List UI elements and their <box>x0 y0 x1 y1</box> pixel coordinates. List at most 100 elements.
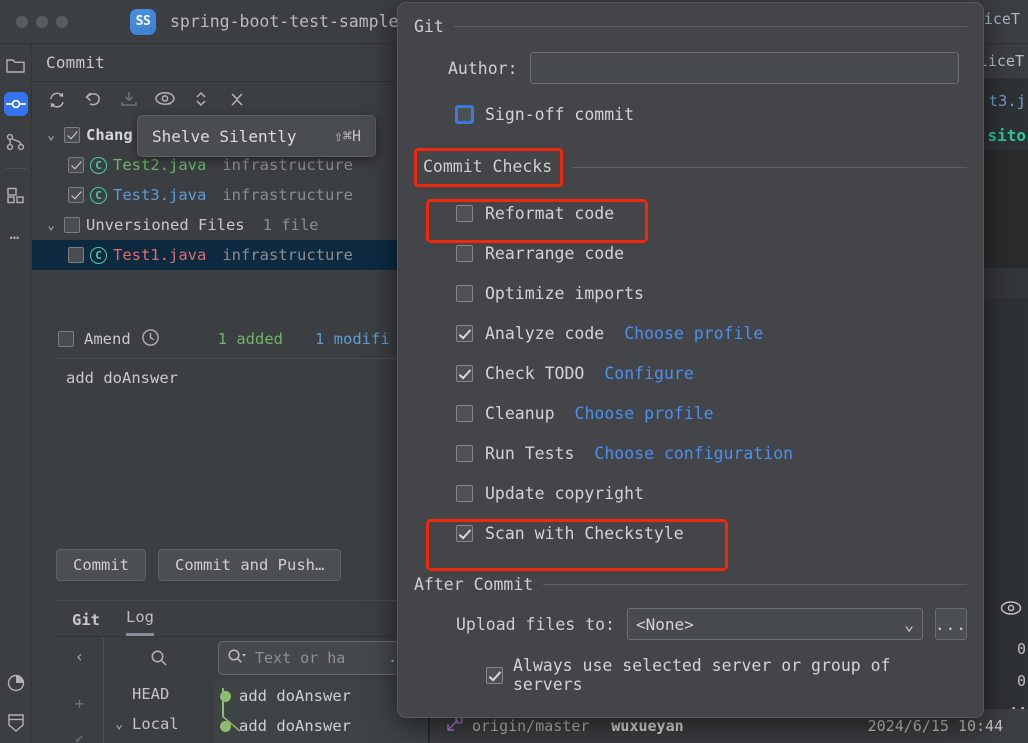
preview-icon[interactable] <box>1000 600 1022 619</box>
always-use-server-checkbox[interactable] <box>486 666 503 684</box>
commit-button[interactable]: Commit <box>56 549 146 581</box>
amend-checkbox[interactable] <box>58 331 74 347</box>
search-icon[interactable] <box>104 637 214 679</box>
always-use-server-row[interactable]: Always use selected server or group of s… <box>486 656 967 694</box>
commit-checks-section-title: Commit Checks <box>414 148 564 187</box>
list-item[interactable]: ⌄ Local <box>104 709 214 739</box>
rearrange-code-checkbox[interactable] <box>456 244 473 262</box>
check-todo-row[interactable]: Check TODO Configure <box>414 353 967 393</box>
maximize-button[interactable] <box>56 15 68 28</box>
add-icon[interactable]: + <box>69 694 91 713</box>
author-field[interactable] <box>529 52 959 84</box>
sidebar-item-commit[interactable] <box>3 92 28 116</box>
changelist-label: Chang <box>86 126 133 144</box>
close-button[interactable] <box>16 15 28 28</box>
scan-with-checkstyle-checkbox[interactable] <box>456 524 473 542</box>
chevron-down-icon[interactable]: ⌄ <box>112 717 126 732</box>
chevron-down-icon[interactable]: ⌄ <box>44 128 58 143</box>
sidebar-item-database[interactable] <box>4 711 28 735</box>
commit-node-icon <box>220 720 231 732</box>
log-toolbar: ‹ + ↙ <box>56 637 104 743</box>
shelve-silently-icon[interactable] <box>118 88 140 110</box>
sidebar-item-structure[interactable] <box>4 183 28 207</box>
commit-list: add doAnswer add doAnswer add doAnswer a… <box>214 681 428 743</box>
stat-modified: 1 modifi <box>315 330 390 348</box>
java-class-icon: C <box>90 246 107 264</box>
sidebar-item-more[interactable]: … <box>4 221 28 245</box>
check-todo-label: Check TODO <box>485 363 585 383</box>
cleanup-row[interactable]: Cleanup Choose profile <box>414 393 967 433</box>
git-section-title: Git <box>414 17 444 36</box>
sign-off-commit-row[interactable]: Sign-off commit <box>414 94 967 134</box>
file-checkbox[interactable] <box>68 157 84 173</box>
commit-message-input[interactable]: add doAnswer <box>56 358 428 533</box>
analyze-code-checkbox[interactable] <box>456 324 473 342</box>
project-name-label: spring-boot-test-sample <box>170 12 399 31</box>
rollback-icon[interactable] <box>82 88 104 110</box>
minimize-button[interactable] <box>36 15 48 28</box>
check-todo-configure-link[interactable]: Configure <box>604 364 693 383</box>
cleanup-checkbox[interactable] <box>456 404 473 422</box>
sidebar-item-pull-requests[interactable] <box>4 130 28 154</box>
optimize-imports-checkbox[interactable] <box>456 284 473 302</box>
tooltip-shortcut: ⇧⌘H <box>333 127 361 145</box>
project-selector[interactable]: spring-boot-test-sample ⌄ <box>170 12 409 31</box>
analyze-code-choose-profile-link[interactable]: Choose profile <box>624 324 763 343</box>
expand-collapse-icon[interactable] <box>190 88 212 110</box>
collapse-left-icon[interactable]: ‹ <box>69 647 91 666</box>
history-icon[interactable] <box>141 328 160 351</box>
list-item[interactable]: m <box>104 739 214 743</box>
background-code-fragment-1: t3.j <box>988 92 1026 110</box>
run-tests-row[interactable]: Run Tests Choose configuration <box>414 433 967 473</box>
cleanup-choose-profile-link[interactable]: Choose profile <box>575 404 714 423</box>
table-row[interactable]: C Test3.java infrastructure <box>32 180 428 210</box>
changelist-checkbox[interactable] <box>64 127 80 143</box>
sidebar-item-profiler[interactable] <box>4 671 28 695</box>
checkout-icon[interactable]: ↙ <box>69 727 91 743</box>
java-class-icon: C <box>90 186 107 204</box>
branch-icon <box>446 716 464 736</box>
optimize-imports-row[interactable]: Optimize imports <box>414 273 967 313</box>
tab-git[interactable]: Git <box>72 611 100 636</box>
check-todo-checkbox[interactable] <box>456 364 473 382</box>
list-item[interactable]: HEAD <box>104 679 214 709</box>
background-number-2: 0 <box>1016 672 1026 690</box>
rearrange-code-row[interactable]: Rearrange code <box>414 233 967 273</box>
analyze-code-row[interactable]: Analyze code Choose profile <box>414 313 967 353</box>
run-tests-choose-configuration-link[interactable]: Choose configuration <box>594 444 793 463</box>
table-row[interactable]: ⌄ Unversioned Files 1 file <box>32 210 428 240</box>
reformat-code-row[interactable]: Reformat code <box>414 193 967 233</box>
amend-row: Amend 1 added 1 modifi <box>32 320 428 358</box>
activity-separator <box>5 168 26 169</box>
status-branch-name: origin/master <box>472 717 590 735</box>
unversioned-checkbox[interactable] <box>64 217 80 233</box>
log-commit-graph: Text or ha .* Cc add doAnswer add doAnsw… <box>214 637 440 743</box>
update-copyright-row[interactable]: Update copyright <box>414 473 967 513</box>
upload-server-select[interactable]: <None> ⌄ <box>626 608 923 640</box>
refresh-changes-icon[interactable] <box>46 88 68 110</box>
tab-log[interactable]: Log <box>126 608 154 636</box>
commit-toolbar <box>32 82 428 116</box>
sign-off-commit-checkbox[interactable] <box>456 105 473 123</box>
status-timestamp: 2024/6/15 10:44 <box>867 717 1004 735</box>
file-checkbox[interactable] <box>68 187 84 203</box>
preview-diff-icon[interactable] <box>154 88 176 110</box>
shelve-silently-tooltip: Shelve Silently ⇧⌘H <box>137 115 376 157</box>
chevron-down-icon[interactable]: ⌄ <box>44 218 58 233</box>
sidebar-item-project[interactable] <box>4 54 28 78</box>
reformat-code-label: Reformat code <box>485 203 615 223</box>
file-checkbox[interactable] <box>68 247 84 263</box>
browse-servers-button[interactable]: ... <box>935 608 967 640</box>
commit-window-header: Commit ⋮ <box>32 44 428 82</box>
table-row[interactable]: C Test1.java infrastructure <box>32 240 428 270</box>
reformat-code-checkbox[interactable] <box>456 204 473 222</box>
collapse-all-icon[interactable] <box>226 88 248 110</box>
commit-and-push-button[interactable]: Commit and Push… <box>158 549 342 581</box>
run-tests-checkbox[interactable] <box>456 444 473 462</box>
update-copyright-checkbox[interactable] <box>456 484 473 502</box>
scan-with-checkstyle-row[interactable]: Scan with Checkstyle <box>414 513 967 553</box>
author-row: Author: <box>448 52 967 84</box>
window-controls[interactable] <box>16 15 68 28</box>
log-branch-tree: HEAD ⌄ Local m ⌄ Remot <box>104 637 214 743</box>
unversioned-count: 1 file <box>262 216 319 234</box>
